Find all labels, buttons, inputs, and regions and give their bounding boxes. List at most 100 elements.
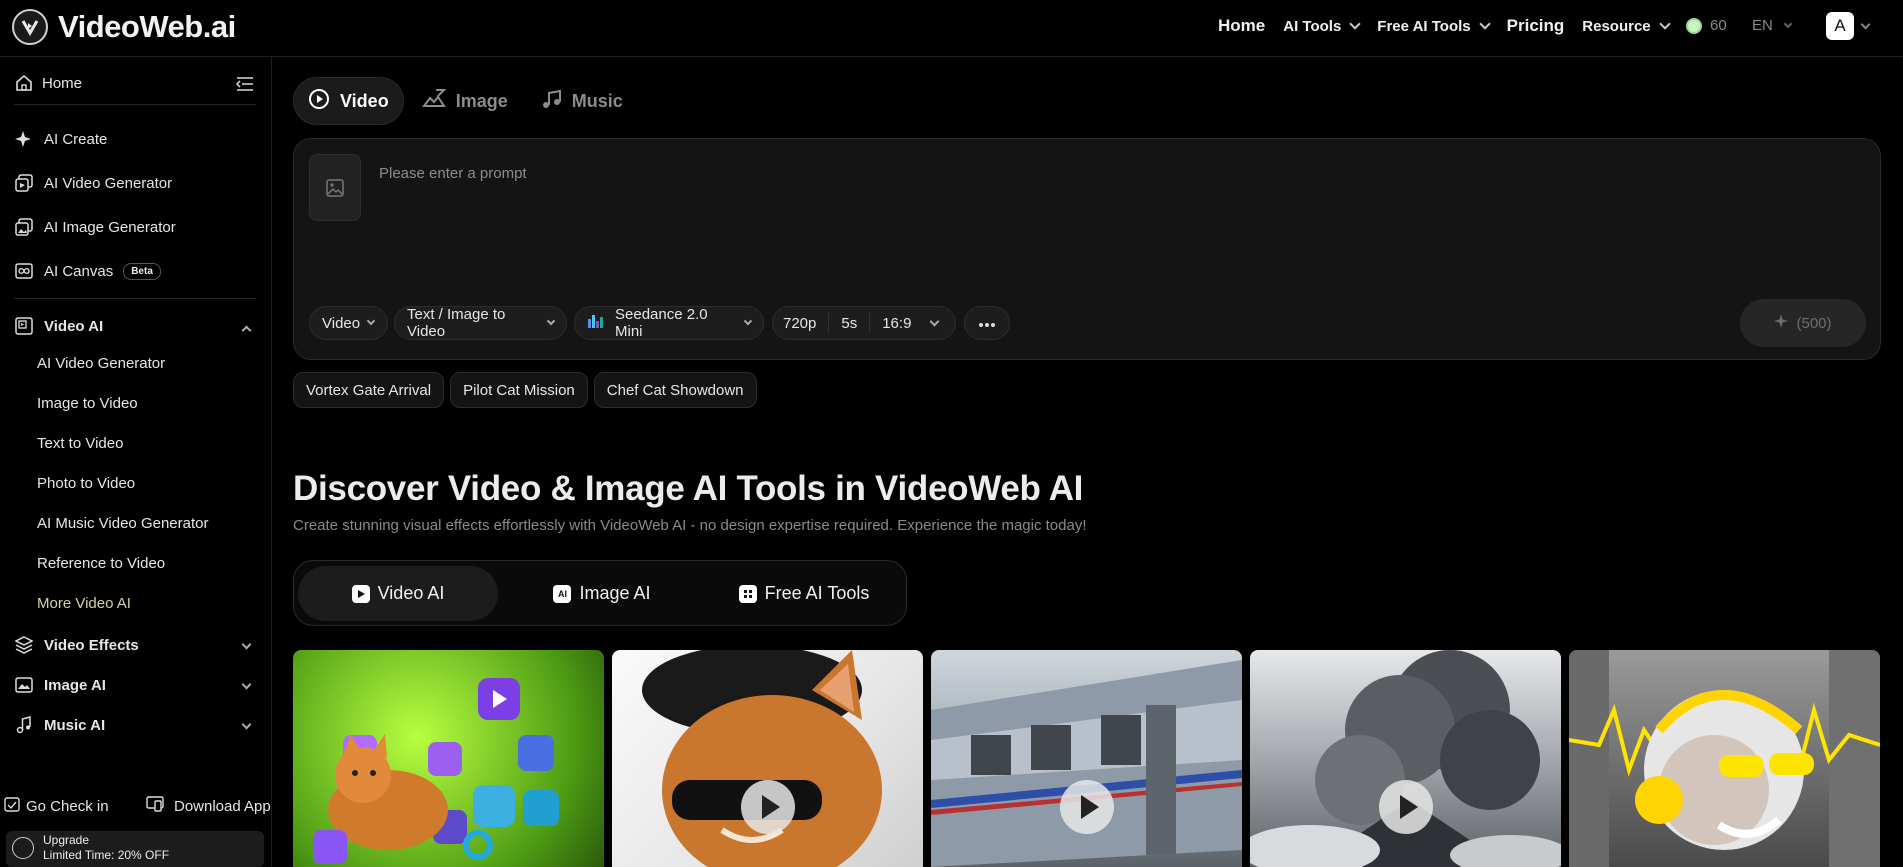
sidebar-sub-reference-to-video[interactable]: Reference to Video: [37, 555, 165, 572]
sidebar-item-label: Image AI: [44, 676, 106, 694]
image-upload-icon: [326, 178, 344, 197]
nav-free-ai-tools[interactable]: Free AI Tools: [1377, 18, 1491, 35]
upload-image-button[interactable]: [309, 154, 361, 221]
credits-value: 60: [1710, 17, 1727, 34]
chevron-down-icon: [1349, 18, 1361, 30]
discover-subtitle: Create stunning visual effects effortles…: [293, 517, 1087, 534]
prompt-suggestions: Vortex Gate Arrival Pilot Cat Mission Ch…: [293, 372, 757, 408]
sidebar-sub-ai-music-video-generator[interactable]: AI Music Video Generator: [37, 515, 208, 532]
coin-icon: [1686, 17, 1702, 34]
chevron-down-icon[interactable]: [1860, 19, 1871, 30]
nav-ai-tools[interactable]: AI Tools: [1283, 18, 1361, 35]
sidebar-section-image-ai[interactable]: Image AI: [14, 675, 106, 695]
video-settings-select[interactable]: 720p 5s 16:9: [772, 306, 956, 340]
tab-image-ai[interactable]: AI Image AI: [502, 566, 702, 621]
sidebar-item-label: AI Create: [44, 130, 108, 148]
chevron-up-icon[interactable]: [241, 325, 252, 336]
suggestion-chip[interactable]: Chef Cat Showdown: [593, 372, 757, 408]
more-dots-icon: [978, 315, 996, 332]
generate-button[interactable]: (500): [1740, 299, 1866, 347]
nav-pricing[interactable]: Pricing: [1507, 16, 1565, 36]
upgrade-banner[interactable]: Upgrade Limited Time: 20% OFF: [6, 831, 264, 867]
sidebar-section-music-ai[interactable]: Music AI: [14, 715, 105, 735]
chevron-down-icon[interactable]: [241, 639, 252, 650]
train-image: [931, 660, 1242, 867]
calendar-check-icon: [4, 796, 20, 816]
woman-with-headphones-image: [1569, 650, 1880, 867]
more-options-button[interactable]: [964, 306, 1010, 340]
infinity-icon: [14, 261, 34, 281]
output-type-value: Video: [322, 314, 361, 332]
tab-video-ai[interactable]: Video AI: [298, 566, 498, 621]
top-header: VideoWeb.ai Home AI Tools Free AI Tools …: [0, 0, 1903, 57]
sidebar-sub-text-to-video[interactable]: Text to Video: [37, 435, 123, 452]
download-app-button[interactable]: Download App: [146, 796, 271, 816]
play-button-icon[interactable]: [1378, 780, 1433, 834]
tab-video[interactable]: Video: [293, 77, 404, 125]
cat-with-app-icons-image: [313, 678, 559, 864]
model-value: Seedance 2.0 Mini: [615, 306, 708, 340]
cat-in-beret-image: [642, 650, 882, 867]
chevron-down-icon: [1658, 18, 1671, 30]
tab-label: Video AI: [377, 583, 445, 603]
play-button-icon[interactable]: [1059, 780, 1114, 834]
resolution-value: 720p: [783, 314, 817, 332]
chevron-down-icon: [1783, 19, 1793, 28]
volcano-eruption-image: [1250, 650, 1561, 867]
language-select[interactable]: EN: [1752, 17, 1793, 34]
play-button-icon[interactable]: [740, 780, 795, 834]
output-type-select[interactable]: Video: [309, 306, 388, 340]
image-ai-icon: AI: [553, 584, 572, 603]
suggestion-chip[interactable]: Pilot Cat Mission: [450, 372, 588, 408]
tab-music[interactable]: Music: [526, 77, 637, 125]
sidebar-sub-photo-to-video[interactable]: Photo to Video: [37, 475, 135, 492]
upgrade-logo-icon: [12, 837, 34, 859]
sidebar-item-home[interactable]: Home: [14, 73, 82, 93]
video-ai-icon: [351, 584, 370, 603]
tab-image[interactable]: Image: [408, 77, 522, 125]
model-select[interactable]: Seedance 2.0 Mini: [574, 306, 764, 340]
sidebar-sub-image-to-video[interactable]: Image to Video: [37, 395, 138, 412]
sparkle-icon: [14, 129, 34, 149]
nav-home[interactable]: Home: [1218, 16, 1265, 36]
chevron-down-icon[interactable]: [241, 719, 252, 730]
sidebar-item-ai-create[interactable]: AI Create: [14, 129, 107, 149]
image-brush-icon: [421, 88, 447, 115]
sidebar-sub-more-video-ai[interactable]: More Video AI: [37, 595, 131, 612]
gallery-card[interactable]: [293, 650, 604, 867]
divider: [14, 104, 256, 105]
brand-logo[interactable]: VideoWeb.ai: [12, 9, 236, 45]
credits-balance[interactable]: 60: [1686, 17, 1727, 34]
gallery-card[interactable]: [931, 650, 1242, 867]
chevron-down-icon: [1478, 18, 1491, 30]
download-app-label: Download App: [174, 797, 271, 815]
nav-resource[interactable]: Resource: [1582, 18, 1671, 35]
sidebar-item-ai-video-generator[interactable]: AI Video Generator: [14, 173, 172, 193]
collapse-sidebar-icon[interactable]: [235, 76, 254, 97]
duration-value: 5s: [841, 314, 858, 332]
sidebar-item-ai-canvas[interactable]: AI Canvas Beta: [14, 261, 161, 281]
check-in-button[interactable]: Go Check in: [4, 796, 109, 816]
generation-mode-value: Text / Image to Video: [407, 306, 506, 340]
avatar[interactable]: A: [1826, 12, 1854, 40]
suggestion-chip[interactable]: Vortex Gate Arrival: [293, 372, 445, 408]
gallery-card[interactable]: [1569, 650, 1880, 867]
sidebar-item-ai-image-generator[interactable]: AI Image Generator: [14, 217, 176, 237]
sidebar-section-video-effects[interactable]: Video Effects: [14, 635, 139, 655]
sidebar-sub-ai-video-generator[interactable]: AI Video Generator: [37, 355, 165, 372]
image-icon: [14, 675, 34, 695]
brand-name: VideoWeb.ai: [58, 9, 236, 44]
sidebar-item-label: Home: [42, 74, 83, 92]
music-note-icon: [540, 88, 562, 115]
sidebar-section-video-ai[interactable]: Video AI: [14, 316, 103, 336]
prompt-input[interactable]: Please enter a prompt: [379, 165, 527, 182]
image-stack-icon: [14, 217, 34, 237]
generation-mode-select[interactable]: Text / Image to Video: [394, 306, 567, 340]
model-bars-icon: [587, 313, 605, 333]
upgrade-title: Upgrade: [43, 833, 90, 847]
chevron-down-icon[interactable]: [241, 679, 252, 690]
tab-free-ai-tools[interactable]: Free AI Tools: [704, 566, 904, 621]
gallery-card[interactable]: [1250, 650, 1561, 867]
music-icon: [14, 715, 34, 735]
gallery-card[interactable]: [612, 650, 923, 867]
